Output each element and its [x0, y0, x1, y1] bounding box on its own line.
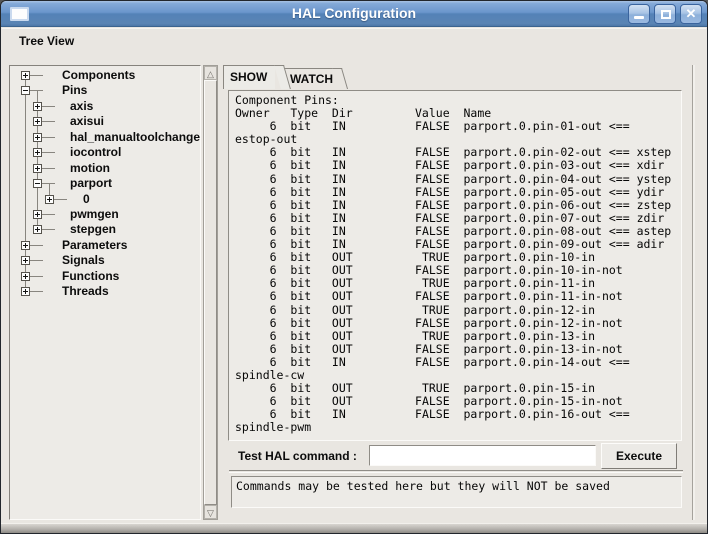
tree-connector — [42, 105, 55, 107]
tree-toggle[interactable] — [21, 240, 30, 250]
tree-item[interactable]: stepgen — [10, 222, 200, 237]
hal-command-input[interactable] — [369, 445, 596, 466]
tree-toggle[interactable] — [33, 179, 42, 189]
tree-connector — [42, 136, 55, 138]
tab-show[interactable]: SHOW — [223, 65, 275, 89]
tree-toggle[interactable] — [33, 225, 42, 235]
tree-toggle[interactable] — [33, 148, 42, 158]
panel-edge — [692, 65, 695, 520]
tree-connector — [42, 152, 55, 154]
tree-item[interactable]: axisui — [10, 114, 200, 129]
tree-connector — [42, 121, 55, 123]
tree-connector — [30, 275, 43, 277]
tree-item[interactable]: Threads — [10, 284, 200, 299]
tree-connector — [54, 198, 67, 200]
tree-panel: Components Pins axis axisui hal_manualto… — [9, 65, 201, 520]
menubar: Tree View — [2, 28, 706, 50]
tree-item[interactable]: pwmgen — [10, 207, 200, 222]
tree-item-label[interactable]: 0 — [83, 192, 90, 206]
tree-item-label[interactable]: axis — [70, 99, 93, 113]
tree-item-label[interactable]: hal_manualtoolchange — [70, 130, 200, 144]
tree-toggle[interactable] — [45, 194, 54, 204]
tree-toggle[interactable] — [33, 163, 42, 173]
maximize-button[interactable] — [654, 4, 676, 24]
tree-item[interactable]: Pins — [10, 83, 200, 98]
tree-scrollbar[interactable]: △ ▽ — [203, 65, 218, 520]
horizontal-separator — [229, 470, 683, 473]
tree-toggle[interactable] — [33, 101, 42, 111]
test-hal-command-label: Test HAL command : — [238, 449, 357, 463]
tree-toggle[interactable] — [33, 117, 42, 127]
tree-item[interactable]: Parameters — [10, 238, 200, 253]
tree-item-label[interactable]: iocontrol — [70, 145, 121, 159]
tree-toggle[interactable] — [21, 256, 30, 266]
minimize-icon — [634, 16, 644, 19]
tree-item-label[interactable]: Threads — [62, 284, 109, 298]
tree-connector — [42, 213, 55, 215]
titlebar[interactable]: HAL Configuration ✕ — [1, 1, 707, 27]
command-hint-text: Commands may be tested here but they wil… — [236, 479, 610, 493]
tree-connector — [42, 229, 55, 231]
tree-item-label[interactable]: stepgen — [70, 222, 116, 236]
window-controls: ✕ — [628, 4, 702, 24]
tree-item[interactable]: parport — [10, 176, 200, 191]
tree-toggle[interactable] — [21, 86, 30, 96]
tree-item-label[interactable]: parport — [70, 176, 112, 190]
tree-item-label[interactable]: pwmgen — [70, 207, 119, 221]
minimize-button[interactable] — [628, 4, 650, 24]
tree-item[interactable]: Functions — [10, 269, 200, 284]
close-button[interactable]: ✕ — [680, 4, 702, 24]
tree-toggle[interactable] — [21, 287, 30, 297]
tree-item[interactable]: motion — [10, 161, 200, 176]
menu-tree-view[interactable]: Tree View — [15, 32, 78, 50]
close-icon: ✕ — [685, 6, 697, 21]
hal-configuration-window: HAL Configuration ✕ Tree View Components… — [0, 0, 708, 534]
tree-connector — [30, 291, 43, 293]
tree-item[interactable]: hal_manualtoolchange — [10, 130, 200, 145]
tree-item[interactable]: axis — [10, 99, 200, 114]
scrollbar-thumb[interactable] — [204, 80, 217, 505]
tree-connector — [42, 167, 55, 169]
tree-item-label[interactable]: Components — [62, 68, 135, 82]
tree-item-label[interactable]: Pins — [62, 83, 87, 97]
tree-item[interactable]: iocontrol — [10, 145, 200, 160]
tree-item[interactable]: Components — [10, 68, 200, 83]
tree-connector — [30, 260, 43, 262]
tree-item[interactable]: Signals — [10, 253, 200, 268]
tree-toggle[interactable] — [33, 132, 42, 142]
tree-connector — [30, 75, 43, 76]
tree-toggle[interactable] — [21, 271, 30, 281]
execute-button[interactable]: Execute — [601, 443, 677, 469]
tree-connector — [30, 244, 43, 246]
tree-item-label[interactable]: axisui — [70, 114, 104, 128]
window-title: HAL Configuration — [291, 5, 417, 21]
tree-toggle[interactable] — [21, 71, 30, 80]
component-pins-text: Component Pins: Owner Type Dir Value Nam… — [235, 93, 672, 435]
command-hint-box: Commands may be tested here but they wil… — [231, 476, 682, 508]
window-bottom-frame[interactable] — [1, 523, 707, 533]
tree-item-label[interactable]: Parameters — [62, 238, 127, 252]
show-output-panel[interactable]: Component Pins: Owner Type Dir Value Nam… — [228, 90, 682, 441]
tree-item[interactable]: 0 — [10, 192, 200, 207]
maximize-icon — [661, 10, 671, 19]
tree-item-label[interactable]: Signals — [62, 253, 105, 267]
tree-toggle[interactable] — [33, 209, 42, 219]
tree-rows: Components Pins axis axisui hal_manualto… — [10, 66, 200, 519]
tree-item-label[interactable]: motion — [70, 161, 110, 175]
scrollbar-up-icon[interactable]: △ — [204, 66, 217, 80]
tree-item-label[interactable]: Functions — [62, 269, 119, 283]
scrollbar-down-icon[interactable]: ▽ — [204, 505, 217, 519]
